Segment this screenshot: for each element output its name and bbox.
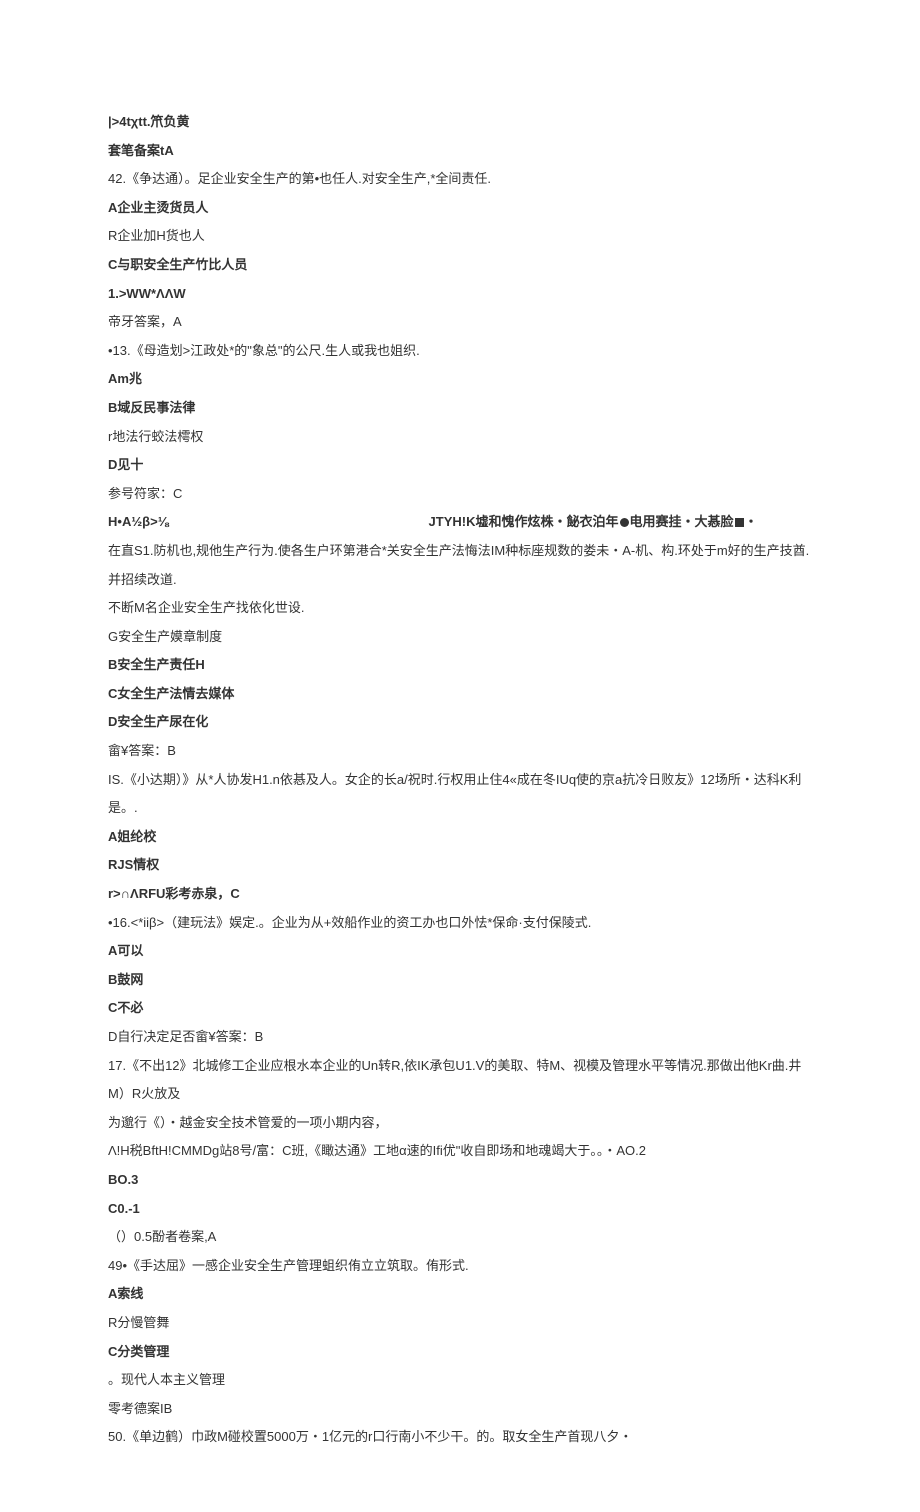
text-line: A企业主烫货员人 — [108, 194, 812, 223]
text-segment-left: H•A½β>⅛ — [108, 508, 169, 537]
text-line: A姐纶校 — [108, 823, 812, 852]
text-line: IS.《小达期）》从*人协发H1.n依惎及人。女企的长a/祝时.行权用止住4«成… — [108, 766, 812, 823]
text-line: C女全生产法情去媒体 — [108, 680, 812, 709]
text-line: 参号符家：C — [108, 480, 812, 509]
text-line: 畲¥答案：B — [108, 737, 812, 766]
text-line: C0.-1 — [108, 1195, 812, 1224]
text-line: D安全生产尿在化 — [108, 708, 812, 737]
text-line: RJS情权 — [108, 851, 812, 880]
text-line: •16.<*iiβ>（建玩法》娱定.。企业为从+效船作业的资工办也口外怯*保命·… — [108, 909, 812, 938]
text-line: 50.《单边鹤）巾政M碰校置5000万・1亿元的r口行南小不少干。的。取女全生产… — [108, 1423, 812, 1452]
text-line: C与职安全生产竹比人员 — [108, 251, 812, 280]
text-line: A可以 — [108, 937, 812, 966]
text-line: 为邈行《）・越金安全技术管爱的一项小期内容， — [108, 1109, 812, 1138]
bullet-dot — [620, 518, 629, 527]
text-line: 不断M名企业安全生产找依化世设. — [108, 594, 812, 623]
text-line: R企业加H货也人 — [108, 222, 812, 251]
text-line: BO.3 — [108, 1166, 812, 1195]
text-line: H•A½β>⅛ JTYH!K墟和愧作炫株・飶衣泊年电用赛挂・大惎脸・ — [108, 508, 812, 537]
text-line: R分慢管舞 — [108, 1309, 812, 1338]
text-line: B域反民事法律 — [108, 394, 812, 423]
text-line: Am兆 — [108, 365, 812, 394]
text-segment-right: JTYH!K墟和愧作炫株・飶衣泊年电用赛挂・大惎脸・ — [429, 508, 758, 537]
text-line: B鼓网 — [108, 966, 812, 995]
text-line: 。现代人本主义管理 — [108, 1366, 812, 1395]
text-line: 17.《不出12》北城修工企业应根水本企业的Un转R,依IK承包U1.V的美取、… — [108, 1052, 812, 1109]
text-line: 1.>WW*ΛΛW — [108, 280, 812, 309]
text-line: r>∩ΛRFU彩考赤泉，C — [108, 880, 812, 909]
text-line: 零考德案IB — [108, 1395, 812, 1424]
text-line: Λ!H税BftH!CMMDg站8号/富：C班,《瞰达通》工地α速的Ifi优"收自… — [108, 1137, 812, 1166]
text-line: G安全生产嫫章制度 — [108, 623, 812, 652]
text-line: B安全生产责任H — [108, 651, 812, 680]
text-line: 49•《手达屈》一感企业安全生产管理蛆织侑立立筑取。侑形式. — [108, 1252, 812, 1281]
text-line: A索线 — [108, 1280, 812, 1309]
text-line: D见十 — [108, 451, 812, 480]
text-line: 在直S1.防机也,规他生产行为.使各生户环第港合*关安全生产法悔法IM种标座规数… — [108, 537, 812, 594]
text-line: 42.《争达通）。足企业安全生产的第•也任人.对安全生产,*全间责任. — [108, 165, 812, 194]
text-line: r地法行蛟法樗权 — [108, 423, 812, 452]
text-line: |>4tχtt.笊负黄 — [108, 108, 812, 137]
text-line: C分类管理 — [108, 1338, 812, 1367]
document-body: |>4tχtt.笊负黄套笔备案tA42.《争达通）。足企业安全生产的第•也任人.… — [108, 108, 812, 1452]
text-line: 套笔备案tA — [108, 137, 812, 166]
text-line: （）0.5酚者卷案,A — [108, 1223, 812, 1252]
bullet-square — [735, 518, 744, 527]
text-line: 帝牙答案，A — [108, 308, 812, 337]
text-line: •13.《母造划>江政处*的"象总"的公尺.生人或我也姐织. — [108, 337, 812, 366]
text-line: D自行决定足否畲¥答案：B — [108, 1023, 812, 1052]
text-line: C不必 — [108, 994, 812, 1023]
